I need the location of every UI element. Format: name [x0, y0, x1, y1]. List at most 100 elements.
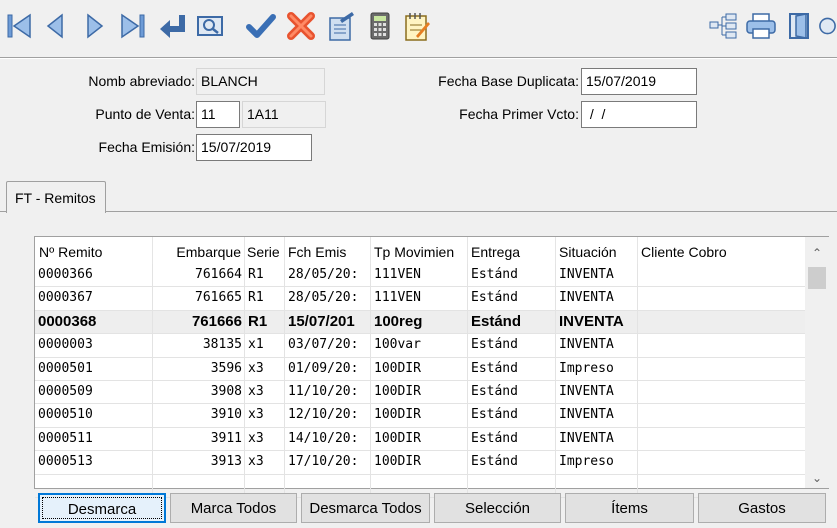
cell-cliente-cobro [638, 264, 805, 287]
cell-nro-remito: 0000513 [35, 451, 153, 475]
notepad-button[interactable] [400, 6, 434, 46]
cell-nro-remito: 0000003 [35, 334, 153, 358]
preview-button[interactable] [193, 6, 227, 46]
printer-icon [746, 13, 776, 39]
cell-fch-emis: 28/05/20: [285, 287, 371, 311]
last-record-button[interactable] [116, 6, 150, 46]
cell-tp-movimien: 100DIR [371, 357, 468, 381]
seleccion-button[interactable]: Selección [434, 493, 561, 523]
cell-entrega: Estánd [468, 334, 556, 358]
tab-ft-remitos[interactable]: FT - Remitos [6, 181, 106, 213]
cell-tp-movimien: 100DIR [371, 404, 468, 428]
remitos-grid[interactable]: Nº Remito Embarque Serie Fch Emis Tp Mov… [34, 236, 829, 498]
items-button[interactable]: Ítems [565, 493, 694, 523]
notepad-edit-icon [405, 13, 430, 41]
nomb-abreviado-label: Nomb abreviado: [88, 73, 195, 89]
edit-document-button[interactable] [324, 6, 358, 46]
cell-serie: x3 [245, 357, 285, 381]
cell-tp-movimien: 100var [371, 334, 468, 358]
table-row[interactable]: 0000366 761664 R1 28/05/20: 111VEN Estánd INVE… [35, 264, 805, 288]
cell-embarque: 38135 [153, 334, 245, 358]
cell-situacion: Impreso [556, 451, 638, 475]
cell-fch-emis: 03/07/20: [285, 334, 371, 358]
table-row[interactable]: 0000509 3908 x3 11/10/20: 100DIR Estánd INVENT… [35, 381, 805, 405]
cell-tp-movimien: 111VEN [371, 264, 468, 287]
col-header-fch-emis[interactable]: Fch Emis [285, 237, 371, 264]
cell-embarque: 761666 [153, 310, 245, 334]
cell-nro-remito: 0000366 [35, 264, 153, 287]
punto-venta-label: Punto de Venta: [95, 106, 195, 122]
cell-situacion: INVENTA [556, 287, 638, 311]
punto-venta-field[interactable]: 11 [196, 101, 240, 128]
calculator-icon [370, 12, 390, 40]
cell-embarque: 3911 [153, 427, 245, 451]
cell-serie: R1 [245, 287, 285, 311]
cell-situacion: Impreso [556, 357, 638, 381]
col-header-serie[interactable]: Serie [245, 237, 285, 264]
toolbar [0, 0, 837, 56]
tree-structure-button[interactable] [706, 6, 740, 46]
cell-embarque: 761665 [153, 287, 245, 311]
marca-todos-button[interactable]: Marca Todos [170, 493, 297, 523]
cell-cliente-cobro [638, 358, 805, 381]
col-header-embarque[interactable]: Embarque [153, 237, 245, 264]
cell-serie: R1 [245, 310, 285, 334]
cell-cliente-cobro [638, 334, 805, 357]
grid-vertical-scrollbar[interactable]: ⌃ ⌄ [805, 237, 829, 488]
cell-entrega: Estánd [468, 381, 556, 404]
desmarca-todos-button[interactable]: Desmarca Todos [301, 493, 430, 523]
cell-fch-emis: 17/10/20: [285, 451, 371, 475]
cell-serie: x3 [245, 427, 285, 451]
scroll-down-icon[interactable]: ⌄ [805, 466, 829, 490]
cancel-button[interactable] [284, 6, 318, 46]
cell-cliente-cobro [638, 311, 805, 334]
table-row[interactable]: 0000368 761666 R1 15/07/201 100reg Estánd INVE… [35, 310, 805, 335]
help-button[interactable] [818, 6, 837, 46]
col-header-cliente-cobro[interactable]: Cliente Cobro [638, 237, 805, 264]
cell-embarque: 3596 [153, 357, 245, 381]
cell-nro-remito: 0000510 [35, 404, 153, 428]
next-record-button[interactable] [78, 6, 112, 46]
desmarca-button[interactable]: Desmarca [38, 493, 166, 523]
col-header-nro-remito[interactable]: Nº Remito [35, 237, 153, 264]
fecha-base-duplicata-label: Fecha Base Duplicata: [438, 73, 579, 89]
table-row[interactable]: 0000511 3911 x3 14/10/20: 100DIR Estánd INVENT… [35, 427, 805, 452]
cell-entrega: Estánd [468, 451, 556, 475]
exit-button[interactable] [783, 6, 817, 46]
cell-embarque: 761664 [153, 264, 245, 287]
calculator-button[interactable] [363, 6, 397, 46]
table-row[interactable]: 0000510 3910 x3 12/10/20: 100DIR Estánd INVENT… [35, 404, 805, 428]
cell-situacion: INVENTA [556, 404, 638, 428]
confirm-button[interactable] [244, 6, 278, 46]
print-button[interactable] [744, 6, 778, 46]
cell-nro-remito: 0000509 [35, 381, 153, 404]
enter-button[interactable] [155, 6, 189, 46]
cell-entrega: Estánd [468, 310, 556, 334]
table-row[interactable]: 0000367 761665 R1 28/05/20: 111VEN Estánd INVE… [35, 287, 805, 311]
cell-tp-movimien: 100reg [371, 310, 468, 334]
enter-return-icon [160, 15, 185, 38]
cell-nro-remito: 0000511 [35, 427, 153, 451]
scrollbar-thumb[interactable] [808, 267, 826, 289]
fecha-primer-vcto-field[interactable]: / / [581, 101, 697, 128]
punto-venta-description: 1A11 [242, 101, 326, 128]
table-row[interactable]: 0000003 38135 x1 03/07/20: 100var Estánd INVEN… [35, 334, 805, 358]
table-row[interactable]: 0000501 3596 x3 01/09/20: 100DIR Estánd Impres… [35, 357, 805, 381]
cell-tp-movimien: 100DIR [371, 381, 468, 404]
first-record-button[interactable] [2, 6, 36, 46]
cell-entrega: Estánd [468, 287, 556, 311]
cell-cliente-cobro [638, 287, 805, 310]
fecha-base-duplicata-field[interactable]: 15/07/2019 [581, 68, 697, 95]
fecha-emision-field[interactable]: 15/07/2019 [196, 134, 312, 161]
table-row[interactable]: 0000513 3913 x3 17/10/20: 100DIR Estánd Impres… [35, 451, 805, 475]
gastos-button[interactable]: Gastos [698, 493, 826, 523]
col-header-situacion[interactable]: Situación [556, 237, 638, 264]
fecha-emision-label: Fecha Emisión: [98, 139, 195, 155]
previous-record-button[interactable] [38, 6, 72, 46]
cell-nro-remito: 0000501 [35, 357, 153, 381]
scroll-up-icon[interactable]: ⌃ [805, 241, 829, 265]
cell-entrega: Estánd [468, 357, 556, 381]
col-header-entrega[interactable]: Entrega [468, 237, 556, 264]
col-header-tp-movimien[interactable]: Tp Movimien [371, 237, 468, 264]
toolbar-separator [0, 57, 837, 59]
